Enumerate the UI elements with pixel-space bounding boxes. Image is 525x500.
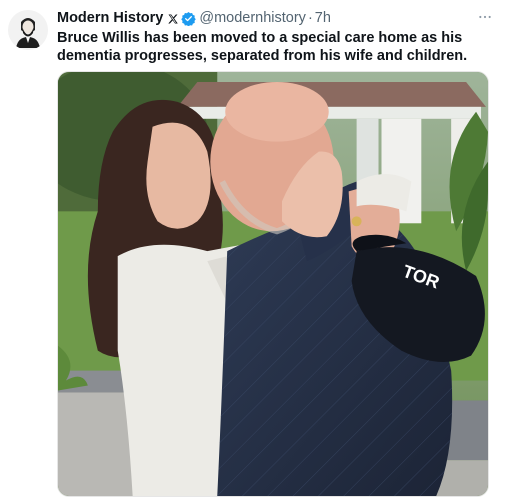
tweet-text: Bruce Willis has been moved to a special…: [57, 30, 468, 64]
x-logo-icon: [167, 12, 179, 24]
author-handle[interactable]: @modernhistory: [199, 9, 306, 27]
author-avatar[interactable]: [8, 10, 48, 50]
tweet-header: Modern History @modernhistory · 7h: [57, 8, 489, 28]
more-options-icon[interactable]: [475, 8, 495, 26]
verified-badge-icon: [181, 11, 197, 26]
separator-dot: ·: [307, 10, 313, 26]
tweet-photo[interactable]: TOR: [57, 71, 489, 497]
lincoln-portrait-icon: [8, 10, 48, 50]
post-timestamp[interactable]: 7h: [315, 9, 331, 27]
tweet-card[interactable]: Modern History @modernhistory · 7h Bruce…: [0, 0, 525, 500]
couple-embrace-photo: TOR: [58, 72, 488, 496]
author-display-name[interactable]: Modern History: [57, 9, 163, 27]
